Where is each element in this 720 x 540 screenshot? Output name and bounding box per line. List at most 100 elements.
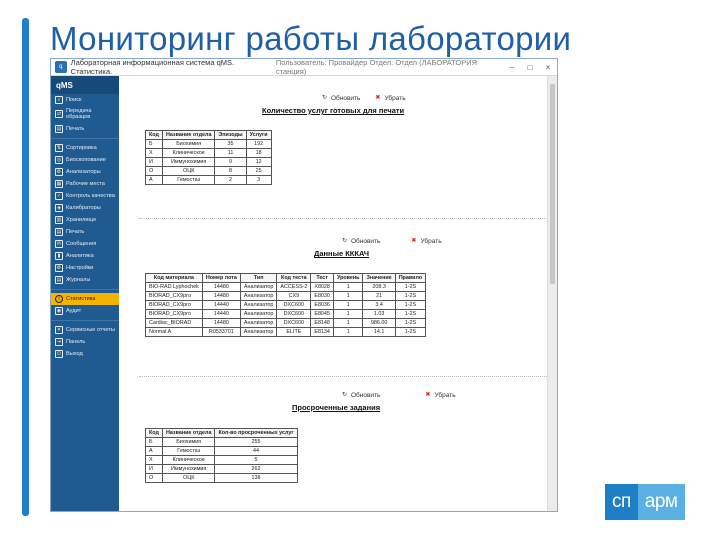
sidebar-item-label: Контроль качества — [66, 192, 115, 199]
table-row: О ОЦК 138 — [145, 473, 298, 483]
service-reports-icon: ✕ — [55, 325, 63, 334]
transfer-icon: ⇄ — [55, 110, 63, 119]
section2-remove-button[interactable]: ✖ Убрать — [410, 238, 441, 245]
table-row: Х Клиническое 5 — [145, 455, 298, 465]
table-cell: BIORAD_CX9pro — [145, 309, 203, 319]
sidebar-item-biosample[interactable]: ◎ Биоскопование — [51, 154, 119, 166]
table-cell: Б — [145, 437, 163, 447]
table-cell: А — [145, 446, 163, 456]
sidebar-item-analyzer[interactable]: ⚙ Анализаторы — [51, 166, 119, 178]
vertical-scrollbar[interactable] — [547, 76, 557, 511]
sidebar-logo: qMS — [51, 76, 119, 94]
settings-icon: ⚙ — [55, 263, 63, 272]
journal-icon: ▤ — [55, 275, 63, 284]
sidebar-item-audit[interactable]: ◉ Аудит — [51, 305, 119, 317]
sidebar-item-settings[interactable]: ⚙ Настройки — [51, 262, 119, 274]
table-cell: 1.03 — [362, 309, 396, 319]
refresh-label: Обновить — [331, 94, 361, 102]
sidebar-item-print[interactable]: ▤ Печать — [51, 226, 119, 238]
remove-label: Убрать — [434, 391, 456, 399]
section1-remove-button[interactable]: ✖ Убрать — [374, 95, 405, 102]
column-header: Название отдела — [161, 428, 216, 438]
table-cell: 14440 — [201, 309, 241, 319]
section3-toolbar: ↻ Обновить ✖ Убрать — [341, 389, 470, 401]
table-cell: 1-2S — [394, 318, 427, 328]
table-cell: DXC600 — [276, 300, 312, 310]
table-cell: 21 — [362, 291, 396, 301]
table-cell: 3 — [245, 175, 272, 185]
analytics-icon: ▮ — [55, 251, 63, 260]
sidebar-item-analytics[interactable]: ▮ Аналитика — [51, 250, 119, 262]
table-cell: 2 — [214, 175, 247, 185]
sidebar-item-transfer[interactable]: ⇄ Передача образцов — [51, 106, 119, 123]
column-header: Уровень — [332, 273, 364, 283]
table-cell: E8030 — [310, 291, 334, 301]
sidebar-item-search[interactable]: ⌕ Поиск — [51, 94, 119, 106]
printer-icon: ▤ — [55, 124, 63, 133]
refresh-label: Обновить — [351, 391, 381, 399]
remove-icon: ✖ — [425, 391, 431, 398]
column-header: Код теста — [276, 273, 312, 283]
section3-title: Просроченные задания — [292, 403, 381, 412]
sidebar-item-workplace[interactable]: ▦ Рабочие места — [51, 178, 119, 190]
table-cell: ELITE — [276, 327, 312, 337]
table-cell: 35 — [214, 139, 247, 149]
sidebar-item-exit[interactable]: ⏻ Выход — [51, 348, 119, 360]
section3-refresh-button[interactable]: ↻ Обновить — [341, 392, 380, 399]
table-cell: Гемостаз — [161, 446, 216, 456]
scrollbar-thumb[interactable] — [550, 84, 555, 284]
table-row: BIORAD_CX9pro 14440 Анализатор DXC600 E8036 1… — [145, 300, 427, 310]
sidebar-item-panel[interactable]: ⇥ Панель — [51, 336, 119, 348]
column-header: Код материала — [145, 273, 203, 283]
section2-refresh-button[interactable]: ↻ Обновить — [341, 238, 380, 245]
sidebar-item-sort[interactable]: ⇅ Сортировка — [51, 142, 119, 154]
table-cell: 18 — [245, 148, 272, 158]
table-cell: 14480 — [201, 318, 241, 328]
storage-icon: ▥ — [55, 215, 63, 224]
table-cell: E8045 — [310, 309, 334, 319]
sidebar-separator — [51, 319, 119, 321]
sidebar-item-printer[interactable]: ▤ Печать — [51, 123, 119, 135]
sidebar-item-statistics[interactable]: i Статистика — [51, 292, 119, 305]
sidebar-item-label: Сервисные отчеты — [66, 326, 115, 333]
table-cell: 208.3 — [362, 282, 396, 292]
minimize-button[interactable]: – — [503, 63, 521, 72]
table-cell: 5 — [214, 455, 298, 465]
column-header: Услуги — [245, 130, 272, 140]
table-cell: 1 — [332, 282, 364, 292]
maximize-button[interactable]: □ — [521, 63, 539, 72]
table-cell: 11 — [214, 148, 247, 158]
refresh-icon: ↻ — [341, 237, 348, 244]
remove-icon: ✖ — [375, 94, 381, 101]
table-cell: 14.1 — [362, 327, 396, 337]
table-cell: 25 — [245, 166, 272, 176]
table-cell: 1 — [332, 300, 364, 310]
table-cell: E8148 — [310, 318, 334, 328]
sidebar-item-journal[interactable]: ▤ Журналы — [51, 274, 119, 286]
table-cell: Анализатор — [239, 282, 278, 292]
section3-table: Код Название отдела Кол-во просроченных ус… — [145, 428, 298, 483]
table-cell: 138 — [214, 473, 298, 483]
table-row: Х Клиническое 11 18 — [145, 148, 272, 158]
section1-refresh-button[interactable]: ↻ Обновить — [321, 95, 360, 102]
section3-remove-button[interactable]: ✖ Убрать — [424, 392, 455, 399]
sidebar-item-label: Биоскопование — [66, 156, 106, 163]
sidebar-item-storage[interactable]: ▥ Хранилище — [51, 214, 119, 226]
sidebar-item-calibrator[interactable]: ◈ Калибраторы — [51, 202, 119, 214]
sidebar-item-quality-control[interactable]: ✓ Контроль качества — [51, 190, 119, 202]
table-cell: 1-2S — [394, 282, 427, 292]
table-cell: 1-2S — [394, 300, 427, 310]
section2-toolbar: ↻ Обновить ✖ Убрать — [341, 235, 456, 247]
table-cell: 986.00 — [362, 318, 396, 328]
table-cell: 1-2S — [394, 327, 427, 337]
table-cell: О — [145, 473, 163, 483]
table-row: И Иммунохимия 262 — [145, 464, 298, 474]
sidebar-item-label: Передача образцов — [66, 108, 92, 121]
table-cell: DXC600 — [276, 309, 312, 319]
sidebar-item-service-reports[interactable]: ✕ Сервисные отчеты — [51, 324, 119, 336]
sidebar-item-messages[interactable]: ✉ Сообщения — [51, 238, 119, 250]
column-header: Эпизоды — [214, 130, 247, 140]
close-button[interactable]: × — [539, 63, 557, 72]
sidebar-item-label: Сообщения — [66, 240, 97, 247]
sidebar-item-label: Журналы — [66, 276, 91, 283]
